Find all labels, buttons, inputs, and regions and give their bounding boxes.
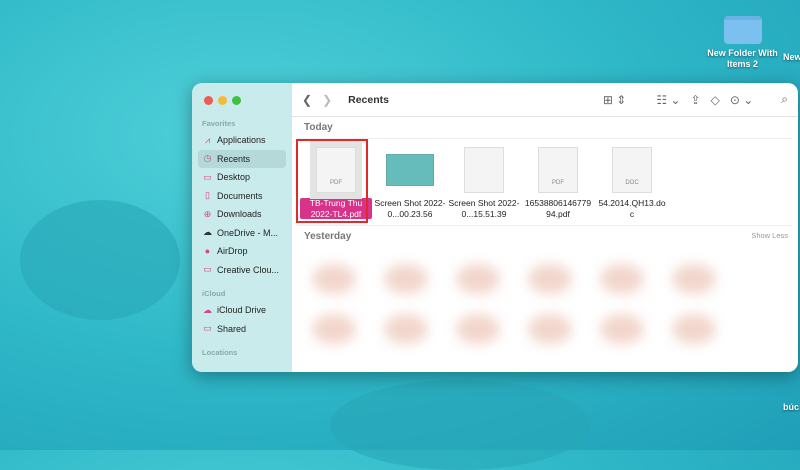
section-locations: Locations bbox=[202, 348, 238, 357]
close-button[interactable] bbox=[204, 96, 213, 105]
label: Desktop bbox=[217, 172, 251, 183]
share-icon[interactable]: ⇪ bbox=[691, 93, 701, 107]
section-favorites: Favorites bbox=[202, 119, 236, 128]
desktop-item[interactable]: búc bbox=[783, 402, 799, 413]
sidebar-item-airdrop[interactable]: ● AirDrop bbox=[198, 242, 286, 261]
cloud-icon: ☁ bbox=[203, 227, 212, 238]
image-file-icon bbox=[386, 154, 434, 186]
view-mode-icon[interactable]: ⊞ ⇕ bbox=[603, 93, 626, 107]
finder-window: Favorites ⩘ Applications ◷ Recents ▭ Deskto… bbox=[192, 83, 798, 372]
image-file-icon bbox=[464, 147, 504, 193]
more-icon[interactable]: ⊙ ⌄ bbox=[730, 93, 753, 107]
show-less-button[interactable]: Show Less bbox=[751, 231, 798, 244]
cloud-icon: ☁ bbox=[203, 304, 212, 315]
desktop-item[interactable]: New bbox=[783, 52, 800, 63]
label: iCloud Drive bbox=[217, 305, 267, 316]
window-title: Recents bbox=[348, 93, 389, 106]
content: ❮ ❯ Recents ⊞ ⇕ ☷ ⌄ ⇪ ◇ ⊙ ⌄ ⌕ Today PDF T… bbox=[292, 83, 798, 372]
minimize-button[interactable] bbox=[218, 96, 227, 105]
label: Recents bbox=[217, 153, 251, 164]
file-name: 54.2014.QH13.do c bbox=[598, 198, 666, 219]
download-icon: ⊕ bbox=[203, 208, 212, 219]
back-button[interactable]: ❮ bbox=[302, 93, 312, 107]
label: Shared bbox=[217, 323, 247, 334]
forward-button[interactable]: ❯ bbox=[322, 93, 332, 107]
shared-folder-icon: ▭ bbox=[203, 323, 212, 334]
sidebar-item-shared[interactable]: ▭ Shared bbox=[198, 320, 286, 339]
group-today: Today bbox=[304, 122, 333, 133]
section-icloud: iCloud bbox=[202, 289, 226, 298]
applications-icon: ⩘ bbox=[204, 134, 211, 145]
file-item[interactable]: DOC 54.2014.QH13.do c bbox=[596, 144, 668, 219]
sidebar-item-documents[interactable]: ▯ Documents bbox=[198, 187, 286, 206]
highlight-box bbox=[296, 139, 368, 223]
file-name: 16538806146779 94.pdf bbox=[524, 198, 592, 219]
folder-icon: ▭ bbox=[203, 264, 212, 275]
desktop-icon: ▭ bbox=[203, 171, 212, 182]
airdrop-icon: ● bbox=[204, 246, 211, 257]
sidebar-item-downloads[interactable]: ⊕ Downloads bbox=[198, 205, 286, 224]
label: Creative Clou... bbox=[217, 264, 280, 275]
folder-icon bbox=[723, 16, 762, 44]
document-icon: ▯ bbox=[205, 190, 210, 201]
search-icon[interactable]: ⌕ bbox=[781, 92, 788, 107]
file-item[interactable]: Screen Shot 2022-0...15.51.39 bbox=[448, 144, 520, 219]
desktop-folder[interactable]: New Folder With Items 2 bbox=[705, 16, 780, 70]
label: AirDrop bbox=[217, 246, 248, 257]
zoom-button[interactable] bbox=[232, 96, 241, 105]
group-icon[interactable]: ☷ ⌄ bbox=[656, 93, 680, 107]
file-name: Screen Shot 2022-0...15.51.39 bbox=[448, 198, 520, 219]
label: Downloads bbox=[217, 209, 262, 220]
sidebar-item-desktop[interactable]: ▭ Desktop bbox=[198, 168, 286, 187]
blurred-files bbox=[292, 244, 798, 294]
doc-file-icon: DOC bbox=[612, 147, 652, 193]
toolbar: ❮ ❯ Recents ⊞ ⇕ ☷ ⌄ ⇪ ◇ ⊙ ⌄ ⌕ bbox=[292, 83, 798, 117]
group-yesterday: Yesterday bbox=[304, 231, 352, 242]
sidebar-item-onedrive[interactable]: ☁ OneDrive - M... bbox=[198, 224, 286, 243]
label: Applications bbox=[217, 135, 266, 146]
blurred-files bbox=[292, 294, 798, 344]
file-name: Screen Shot 2022-0...00.23.56 bbox=[374, 198, 446, 219]
sidebar: Favorites ⩘ Applications ◷ Recents ▭ Deskto… bbox=[192, 83, 292, 372]
sidebar-item-icloud-drive[interactable]: ☁ iCloud Drive bbox=[198, 301, 286, 320]
clock-icon: ◷ bbox=[203, 153, 212, 164]
sidebar-item-recents[interactable]: ◷ Recents bbox=[198, 149, 286, 168]
label: OneDrive - M... bbox=[217, 227, 279, 238]
tag-icon[interactable]: ◇ bbox=[711, 93, 720, 107]
file-item[interactable]: Screen Shot 2022-0...00.23.56 bbox=[374, 144, 446, 219]
label: Documents bbox=[217, 190, 263, 201]
sidebar-item-applications[interactable]: ⩘ Applications bbox=[198, 131, 286, 150]
pdf-file-icon: PDF bbox=[538, 147, 578, 193]
folder-label: New Folder With Items 2 bbox=[707, 48, 778, 69]
file-item[interactable]: PDF 16538806146779 94.pdf bbox=[522, 144, 594, 219]
sidebar-item-creative-cloud[interactable]: ▭ Creative Clou... bbox=[198, 261, 286, 280]
